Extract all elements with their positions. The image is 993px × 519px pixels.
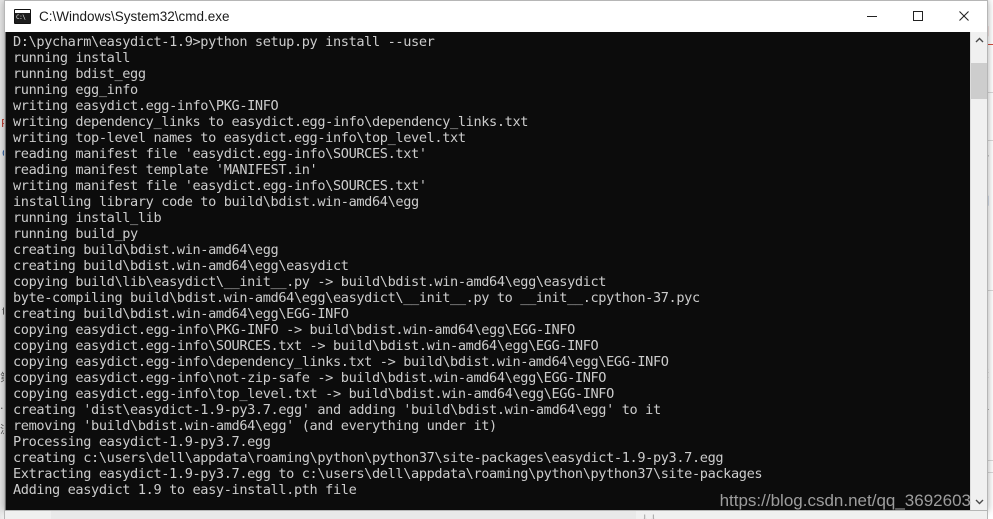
console-line: running install: [13, 50, 131, 66]
console-line: removing 'build\bdist.win-amd64\egg' (an…: [13, 418, 497, 434]
console-line: writing easydict.egg-info\PKG-INFO: [13, 98, 279, 114]
horizontal-scrollbar-thumb[interactable]: [51, 511, 636, 519]
minimize-button[interactable]: [849, 1, 895, 31]
console-line: creating c:\users\dell\appdata\roaming\p…: [13, 450, 724, 466]
console-line: Extracting easydict-1.9-py3.7.egg to c:\…: [13, 466, 763, 482]
vertical-scrollbar[interactable]: [970, 32, 987, 510]
console-output-area[interactable]: D:\pycharm\easydict-1.9>python setup.py …: [5, 32, 970, 510]
console-line: reading manifest file 'easydict.egg-info…: [13, 146, 427, 162]
console-line: writing manifest file 'easydict.egg-info…: [13, 178, 427, 194]
console-line: installing library code to build\bdist.w…: [13, 194, 419, 210]
console-line: copying easydict.egg-info\not-zip-safe -…: [13, 370, 607, 386]
vertical-scrollbar-thumb[interactable]: [971, 63, 987, 99]
console-line: running bdist_egg: [13, 66, 146, 82]
console-line: Processing easydict-1.9-py3.7.egg: [13, 434, 271, 450]
close-button[interactable]: [941, 1, 987, 31]
window-controls: [849, 1, 987, 31]
console-line: copying build\lib\easydict\__init__.py -…: [13, 274, 607, 290]
window-title: C:\Windows\System32\cmd.exe: [39, 8, 230, 24]
scroll-down-arrow-icon[interactable]: [971, 493, 987, 510]
console-line: running egg_info: [13, 82, 138, 98]
console-line: Adding easydict 1.9 to easy-install.pth …: [13, 482, 357, 498]
console-lines: D:\pycharm\easydict-1.9>python setup.py …: [13, 34, 970, 510]
horizontal-scrollbar[interactable]: ↓↓: [4, 511, 988, 519]
window-client-area: D:\pycharm\easydict-1.9>python setup.py …: [5, 32, 987, 510]
cmd-icon: [14, 8, 31, 24]
maximize-button[interactable]: [895, 1, 941, 31]
console-line: creating build\bdist.win-amd64\egg\easyd…: [13, 258, 349, 274]
horizontal-scrollbar-grip[interactable]: ↓↓: [641, 515, 657, 519]
console-line: copying easydict.egg-info\dependency_lin…: [13, 354, 669, 370]
console-line: byte-compiling build\bdist.win-amd64\egg…: [13, 290, 700, 306]
console-line: creating build\bdist.win-amd64\egg\EGG-I…: [13, 306, 349, 322]
console-line: copying easydict.egg-info\SOURCES.txt ->…: [13, 338, 599, 354]
console-line: reading manifest template 'MANIFEST.in': [13, 162, 318, 178]
vertical-scrollbar-track[interactable]: [971, 49, 987, 493]
screen: 回格列中w①资组R(Ct第.@流 C:\Windows\System32\cmd…: [0, 0, 993, 519]
console-line: D:\pycharm\easydict-1.9>python setup.py …: [13, 34, 435, 50]
console-line: running install_lib: [13, 210, 162, 226]
console-line: writing top-level names to easydict.egg-…: [13, 130, 466, 146]
console-line: creating 'dist\easydict-1.9-py3.7.egg' a…: [13, 402, 661, 418]
console-line: copying easydict.egg-info\top_level.txt …: [13, 386, 614, 402]
console-line: running build_py: [13, 226, 138, 242]
cmd-window: C:\Windows\System32\cmd.exe: [4, 0, 988, 511]
title-bar[interactable]: C:\Windows\System32\cmd.exe: [5, 1, 987, 32]
console-line: writing dependency_links to easydict.egg…: [13, 114, 529, 130]
scroll-up-arrow-icon[interactable]: [971, 32, 987, 49]
console-line: copying easydict.egg-info\PKG-INFO -> bu…: [13, 322, 575, 338]
console-line: creating build\bdist.win-amd64\egg: [13, 242, 279, 258]
